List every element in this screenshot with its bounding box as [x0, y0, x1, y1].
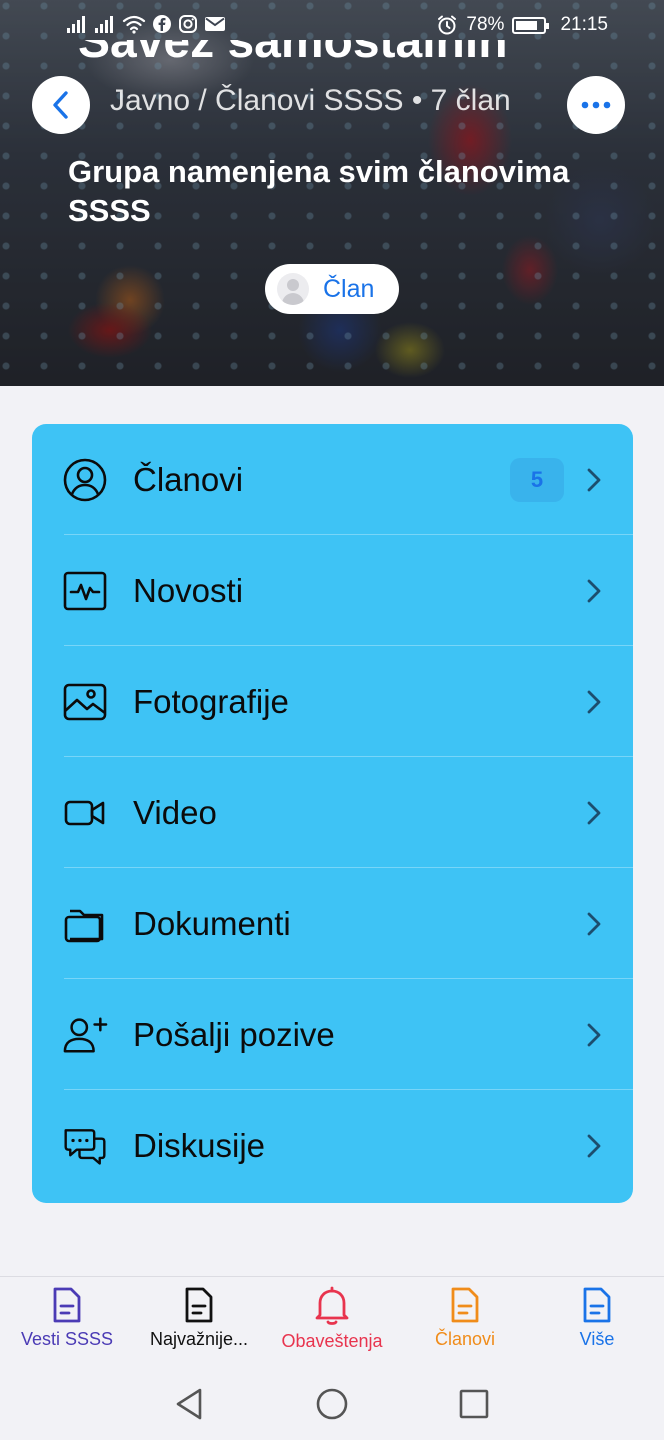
signal-icon	[67, 16, 85, 33]
status-bar: 78% 21:15	[0, 0, 664, 52]
tab-label: Više	[579, 1329, 615, 1349]
menu-item-discussions[interactable]: Diskusije	[32, 1090, 633, 1201]
menu-item-label: Dokumenti	[133, 904, 291, 942]
tab-najvaznije[interactable]: Najvažnije...	[133, 1285, 265, 1350]
user-circle-icon	[62, 457, 108, 503]
avatar	[277, 273, 309, 305]
tab-label: Obaveštenja	[281, 1331, 383, 1351]
menu-item-label: Novosti	[133, 571, 244, 609]
menu-item-video[interactable]: Video	[32, 757, 633, 868]
instagram-icon	[179, 15, 197, 33]
alarm-icon	[438, 15, 457, 35]
menu-item-label: Video	[133, 793, 217, 831]
breadcrumb: Javno / Članovi SSSS • 7 član	[110, 84, 511, 117]
image-icon	[62, 679, 108, 725]
recents-icon[interactable]	[456, 1386, 492, 1422]
tab-label: Članovi	[434, 1329, 496, 1349]
menu-item-label: Članovi	[133, 460, 244, 498]
menu-item-send-invites[interactable]: Pošalji pozive	[32, 979, 633, 1090]
membership-status-button[interactable]: Član	[265, 264, 399, 314]
group-description: Grupa namenjena svim članovima SSSS	[68, 154, 570, 228]
members-count-badge: 5	[510, 457, 564, 502]
chevron-right-icon	[587, 468, 601, 491]
document-icon	[583, 1287, 611, 1323]
menu-item-photos[interactable]: Fotografije	[32, 646, 633, 757]
document-icon	[451, 1287, 479, 1323]
menu-item-documents[interactable]: Dokumenti	[32, 868, 633, 979]
activity-icon	[62, 568, 108, 614]
folder-icon	[62, 901, 108, 947]
tab-label: Najvažnije...	[149, 1329, 249, 1349]
chevron-right-icon	[587, 1023, 601, 1046]
wifi-icon	[122, 15, 146, 34]
tab-vise[interactable]: Više	[531, 1285, 663, 1350]
signal-icon	[95, 16, 113, 33]
more-horizontal-icon	[581, 101, 611, 109]
back-button[interactable]	[32, 76, 90, 134]
membership-status-label: Član	[323, 274, 375, 303]
menu-item-news[interactable]: Novosti	[32, 535, 633, 646]
tab-label: Vesti SSSS	[20, 1329, 114, 1349]
mail-icon	[205, 17, 225, 31]
chat-bubbles-icon	[62, 1123, 108, 1169]
chevron-right-icon	[587, 912, 601, 935]
battery-icon	[512, 16, 550, 34]
menu-item-label: Diskusije	[133, 1126, 266, 1164]
back-icon[interactable]	[172, 1386, 208, 1422]
home-icon[interactable]	[314, 1386, 350, 1422]
battery-percent: 78%	[466, 14, 505, 35]
tab-clanovi[interactable]: Članovi	[399, 1285, 531, 1350]
more-options-button[interactable]	[567, 76, 625, 134]
video-camera-icon	[62, 790, 108, 836]
system-navigation-bar	[0, 1368, 664, 1440]
chevron-right-icon	[587, 801, 601, 824]
chevron-right-icon	[587, 1134, 601, 1157]
document-icon	[53, 1287, 81, 1323]
facebook-icon	[153, 15, 171, 33]
tab-vesti-ssss[interactable]: Vesti SSSS	[1, 1285, 133, 1350]
chevron-right-icon	[587, 579, 601, 602]
clock: 21:15	[560, 14, 608, 35]
bottom-tab-bar: Vesti SSSS Najvažnije... Obaveštenja Čla…	[0, 1276, 664, 1368]
chevron-left-icon	[53, 91, 68, 119]
group-menu: Članovi 5 Novosti Fotografije Video Doku…	[32, 424, 633, 1203]
user-plus-icon	[62, 1012, 108, 1058]
document-icon	[185, 1287, 213, 1323]
menu-item-label: Pošalji pozive	[133, 1015, 335, 1053]
chevron-right-icon	[587, 690, 601, 713]
menu-item-members[interactable]: Članovi 5	[32, 424, 633, 535]
bell-icon	[315, 1286, 349, 1325]
menu-item-label: Fotografije	[133, 682, 289, 720]
tab-obavestenja[interactable]: Obaveštenja	[266, 1285, 398, 1352]
